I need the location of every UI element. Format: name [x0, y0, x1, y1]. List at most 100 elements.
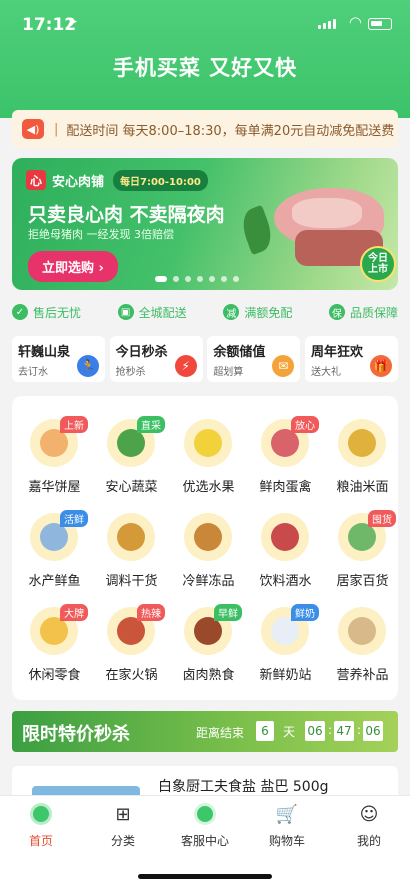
wifi-icon: ◠	[348, 13, 362, 31]
category-item[interactable]: 放心鲜肉蛋禽	[247, 404, 324, 496]
banner-hours: 每日7:00-10:00	[113, 170, 208, 191]
promo-banner[interactable]: 心 安心肉铺 每日7:00-10:00 只卖良心肉 不卖隔夜肉 拒绝母猪肉 一经…	[12, 158, 398, 290]
category-tag: 上新	[60, 416, 88, 433]
category-label: 居家百货	[336, 574, 389, 589]
flash-sale-title: 限时特价秒杀	[22, 724, 130, 745]
tab-home[interactable]: 首页	[0, 802, 82, 849]
category-item[interactable]: 优选水果	[170, 404, 247, 496]
countdown-hours: 06	[305, 721, 325, 741]
category-tag: 早鲜	[214, 604, 242, 621]
carousel-dot[interactable]	[221, 276, 227, 282]
category-item[interactable]: 活鲜 水产鲜鱼	[16, 498, 93, 590]
feature-label: 全城配送	[138, 305, 187, 320]
promo-cards: 轩巍山泉 去订水 🏃 今日秒杀 抢秒杀 ⚡ 余额储值 超划算 ✉ 周年狂欢 送大礼 🎁	[12, 336, 398, 382]
tab-label: 首页	[28, 834, 53, 848]
category-item[interactable]: 大牌 休闲零食	[16, 592, 93, 684]
category-tag: 放心	[291, 416, 319, 433]
category-item[interactable]: 囤货 居家百货	[324, 498, 401, 590]
shop-now-label: 立即选购	[42, 261, 95, 276]
carousel-dot[interactable]	[173, 276, 179, 282]
category-item[interactable]: 直采安心蔬菜	[93, 404, 170, 496]
category-item[interactable]: 热辣 在家火锅	[93, 592, 170, 684]
banner-headline: 只卖良心肉 不卖隔夜肉	[28, 204, 225, 226]
tab-grid[interactable]: ⊞ 分类	[82, 802, 164, 849]
tab-label: 我的	[356, 834, 381, 848]
feature-icon: 减	[223, 304, 240, 320]
countdown-minutes: 47	[334, 721, 354, 741]
shop-now-button[interactable]: 立即选购 ›	[28, 251, 118, 282]
category-tag: 直采	[137, 416, 165, 433]
banner-shop-name: 安心肉铺	[52, 175, 105, 190]
flash-sale-header[interactable]: 限时特价秒杀 距离结束 6 天 06 : 47 : 06	[12, 711, 398, 752]
countdown-day-unit: 天	[283, 725, 296, 739]
status-bar: 17:12 ➤ ◠	[0, 0, 410, 48]
countdown-label: 距离结束	[196, 726, 245, 740]
cart-icon: 🛒	[275, 803, 299, 825]
category-item[interactable]: 粮油米面	[324, 404, 401, 496]
countdown-days: 6	[256, 721, 274, 741]
page-title: 手机买菜 又好又快	[112, 56, 298, 80]
promo-card[interactable]: 周年狂欢 送大礼 🎁	[304, 336, 398, 382]
battery-icon	[368, 18, 392, 30]
category-item[interactable]: 饮料酒水	[247, 498, 324, 590]
carousel-dot[interactable]	[197, 276, 203, 282]
feature-item: 减满额免配	[223, 301, 292, 323]
category-grid: 上新 嘉华饼屋 直采 安心蔬菜 优选水果 放心 鲜肉蛋禽 粮油米面 活鲜 水产鲜鱼 调料干货 冷鲜冻品…	[12, 396, 398, 700]
category-label: 调料干货	[105, 574, 158, 589]
tab-label: 购物车	[268, 834, 305, 848]
app-header: 17:12 ➤ ◠ 手机买菜 又好又快	[0, 0, 410, 118]
tab-service[interactable]: 客服中心	[164, 802, 246, 849]
tab-label: 客服中心	[180, 834, 229, 848]
badge-line-1: 今日	[368, 253, 388, 264]
promo-icon: 🏃	[77, 355, 99, 377]
carousel-dot[interactable]	[209, 276, 215, 282]
category-label: 饮料酒水	[259, 574, 312, 589]
category-item[interactable]: 鲜奶 新鲜奶站	[247, 592, 324, 684]
service-icon	[193, 802, 217, 826]
carousel-dot[interactable]	[155, 276, 167, 282]
category-label: 安心蔬菜	[105, 480, 158, 495]
feature-icon: ✓	[12, 304, 28, 320]
category-label: 嘉华饼屋	[28, 480, 81, 495]
speaker-icon: ◀)	[22, 119, 44, 139]
service-features: ✓ 售后无忧 ▣ 全城配送 减满额免配 保品质保障	[12, 301, 398, 323]
category-tag: 活鲜	[60, 510, 88, 527]
category-label: 优选水果	[182, 480, 235, 495]
carousel-indicator[interactable]	[155, 276, 239, 282]
countdown-colon: :	[357, 723, 362, 737]
carousel-dot[interactable]	[233, 276, 239, 282]
notice-separator: |	[54, 121, 59, 137]
category-item[interactable]: 上新嘉华饼屋	[16, 404, 93, 496]
leaf-decoration	[237, 204, 277, 256]
user-icon: ☺	[359, 803, 379, 825]
feature-icon: 保	[328, 304, 345, 320]
category-image	[338, 419, 386, 467]
promo-card[interactable]: 轩巍山泉 去订水 🏃	[12, 336, 105, 382]
feature-item: ✓ 售后无忧	[12, 301, 81, 323]
category-label: 冷鲜冻品	[182, 574, 235, 589]
feature-label: 品质保障	[349, 305, 398, 320]
category-image	[261, 513, 309, 561]
badge-line-2: 上市	[368, 264, 388, 275]
countdown-seconds: 06	[363, 721, 383, 741]
feature-item: 保品质保障	[328, 301, 398, 323]
countdown-colon: :	[328, 723, 333, 737]
category-label: 卤肉熟食	[182, 668, 235, 683]
promo-card[interactable]: 余额储值 超划算 ✉	[207, 336, 301, 382]
category-item[interactable]: 营养补品	[324, 592, 401, 684]
category-item[interactable]: 冷鲜冻品	[170, 498, 247, 590]
category-label: 粮油米面	[336, 480, 389, 495]
category-item[interactable]: 早鲜卤肉熟食	[170, 592, 247, 684]
category-tag: 鲜奶	[291, 604, 319, 621]
delivery-notice[interactable]: ◀) | 配送时间 每天8:00–18:30，每单满20元自动减免配送费	[12, 110, 398, 148]
feature-icon: ▣	[117, 304, 134, 320]
promo-icon: ⚡	[174, 355, 197, 377]
carousel-dot[interactable]	[185, 276, 191, 282]
promo-card[interactable]: 今日秒杀 抢秒杀 ⚡	[109, 336, 203, 382]
category-label: 鲜肉蛋禽	[259, 480, 312, 495]
tab-cart[interactable]: 🛒 购物车	[246, 802, 328, 849]
category-item[interactable]: 调料干货	[93, 498, 170, 590]
tab-user[interactable]: ☺ 我的	[328, 802, 410, 849]
home-icon	[29, 802, 53, 826]
location-icon: ➤	[66, 14, 78, 30]
